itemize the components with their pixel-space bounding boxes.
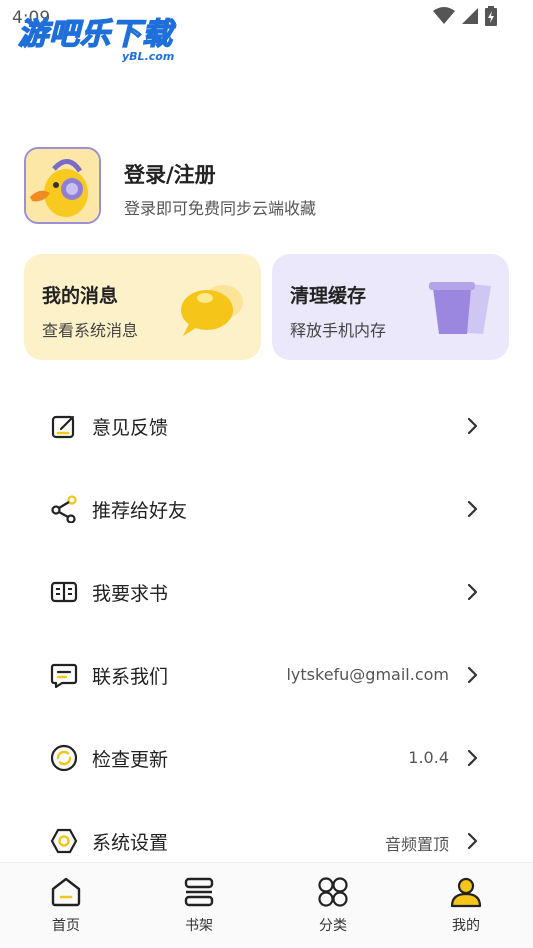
my-messages-subtitle: 查看系统消息 xyxy=(42,321,139,340)
my-messages-card[interactable]: 我的消息 查看系统消息 xyxy=(24,254,261,360)
menu-item-check-update[interactable]: 检查更新 1.0.4 xyxy=(0,728,533,788)
watermark-text: 游吧乐下载 xyxy=(17,17,173,53)
clear-cache-subtitle: 释放手机内存 xyxy=(290,321,387,340)
watermark-domain: yBL.com xyxy=(122,50,175,63)
menu-item-book-request[interactable]: 我要求书 xyxy=(0,562,533,622)
tab-label: 首页 xyxy=(52,918,80,934)
signal-icon xyxy=(462,8,478,24)
update-icon xyxy=(50,744,78,772)
login-register-header[interactable]: 登录/注册 登录即可免费同步云端收藏 xyxy=(24,147,504,225)
settings-icon xyxy=(50,828,78,854)
chat-bubbles-icon xyxy=(181,285,243,336)
login-register-title[interactable]: 登录/注册 xyxy=(124,159,216,189)
my-messages-title: 我的消息 xyxy=(42,285,119,307)
tab-bookshelf[interactable]: 书架 xyxy=(159,875,239,941)
menu-label: 系统设置 xyxy=(92,832,169,854)
chevron-right-icon xyxy=(467,749,478,767)
tab-category[interactable]: 分类 xyxy=(293,875,373,941)
wifi-icon xyxy=(433,7,455,24)
duck-headphones-icon xyxy=(26,149,99,222)
menu-label: 检查更新 xyxy=(92,749,169,771)
status-icons xyxy=(433,6,497,26)
bookshelf-icon xyxy=(184,877,214,907)
menu-label: 联系我们 xyxy=(92,666,169,688)
chevron-right-icon xyxy=(467,417,478,435)
tab-profile[interactable]: 我的 xyxy=(426,875,506,941)
clear-cache-card[interactable]: 清理缓存 释放手机内存 xyxy=(272,254,509,360)
feedback-icon xyxy=(51,415,75,439)
menu-label: 推荐给好友 xyxy=(92,500,188,522)
menu-label: 我要求书 xyxy=(92,583,169,605)
category-icon xyxy=(318,877,348,907)
avatar[interactable] xyxy=(24,147,101,224)
menu-item-feedback[interactable]: 意见反馈 xyxy=(0,396,533,456)
watermark-logo: 游吧乐下载 yBL.com xyxy=(17,17,174,63)
tab-label: 书架 xyxy=(185,918,213,934)
contact-email: lytskefu@gmail.com xyxy=(286,665,449,684)
tab-label: 我的 xyxy=(452,918,480,934)
profile-icon xyxy=(450,877,482,908)
share-icon xyxy=(51,495,77,523)
trash-bin-icon xyxy=(429,282,491,334)
menu-label: 意见反馈 xyxy=(92,417,169,439)
tab-home[interactable]: 首页 xyxy=(26,875,106,941)
book-request-icon xyxy=(50,581,78,603)
contact-message-icon xyxy=(50,663,78,689)
clear-cache-title: 清理缓存 xyxy=(290,285,367,307)
home-icon xyxy=(51,877,81,907)
chevron-right-icon xyxy=(467,832,478,850)
chevron-right-icon xyxy=(467,500,478,518)
menu-item-share[interactable]: 推荐给好友 xyxy=(0,479,533,539)
login-register-subtitle: 登录即可免费同步云端收藏 xyxy=(124,199,317,218)
settings-value: 音频置顶 xyxy=(384,835,449,854)
bottom-tab-bar: 首页 书架 分类 我的 xyxy=(0,862,533,948)
app-version: 1.0.4 xyxy=(408,748,449,767)
chevron-right-icon xyxy=(467,666,478,684)
battery-icon xyxy=(485,6,497,26)
menu-item-contact-us[interactable]: 联系我们 lytskefu@gmail.com xyxy=(0,645,533,705)
chevron-right-icon xyxy=(467,583,478,601)
tab-label: 分类 xyxy=(319,918,347,934)
